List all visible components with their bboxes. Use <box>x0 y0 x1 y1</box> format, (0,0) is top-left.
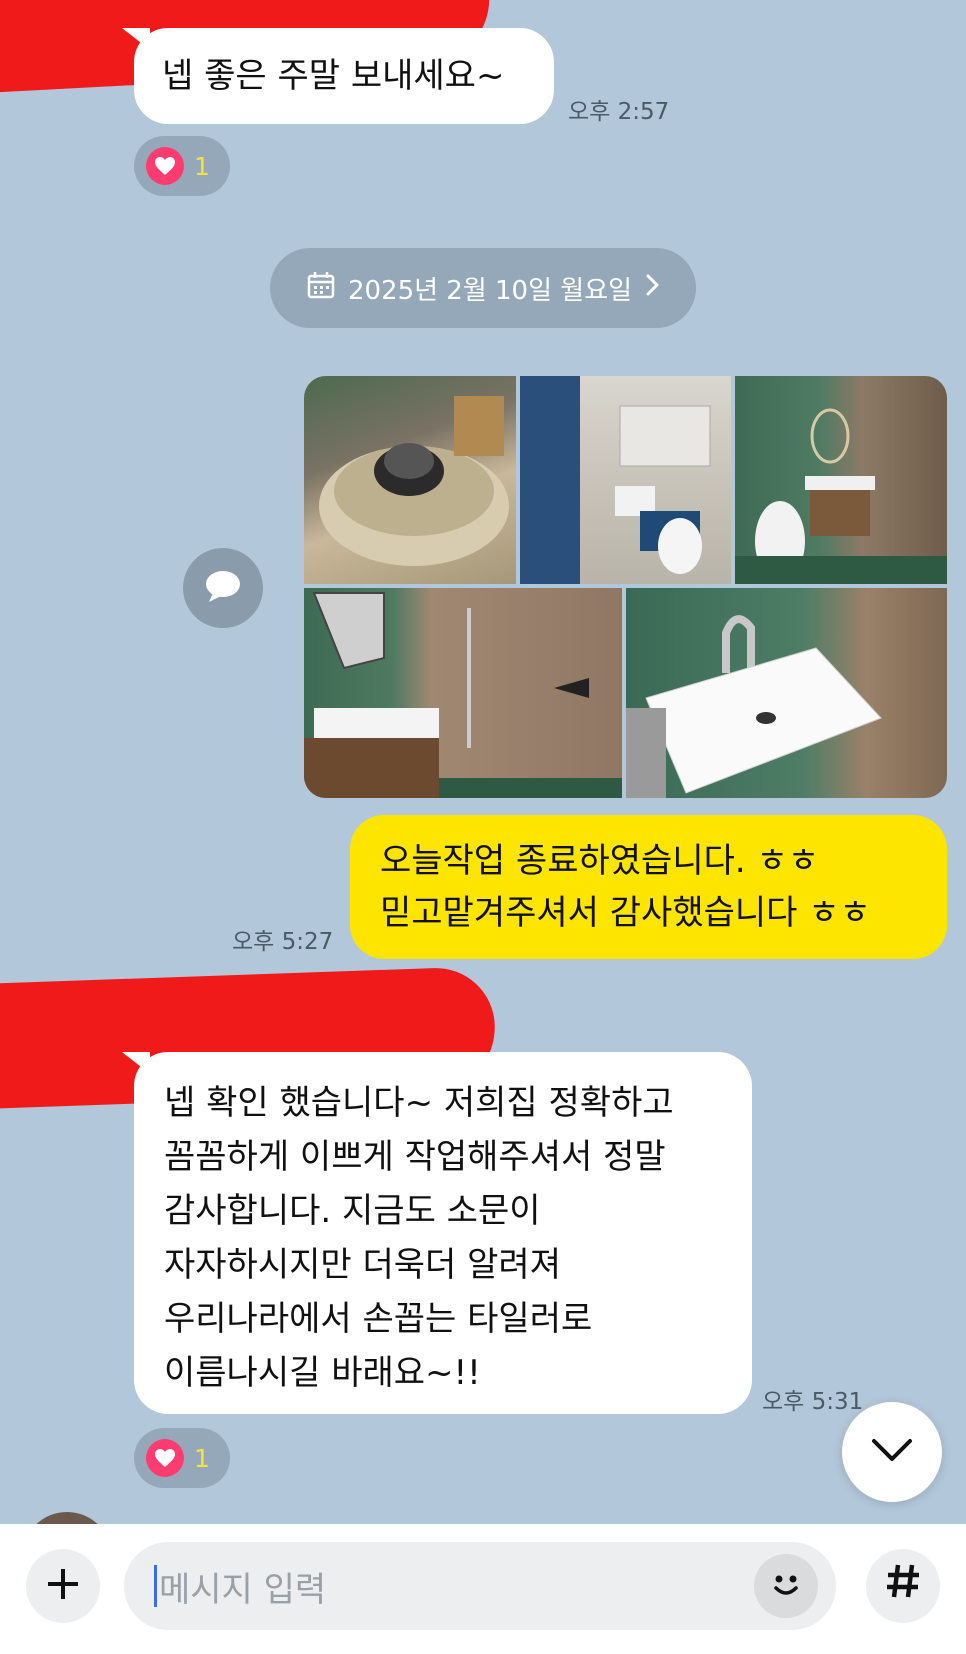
reaction-badge[interactable]: 1 <box>134 1428 230 1488</box>
photo-toilet-vanity[interactable] <box>735 376 947 584</box>
message-bubble[interactable]: 넵 확인 했습니다~ 저희집 정확하고 꼼꼼하게 이쁘게 작업해주셔서 정말 감… <box>134 1052 752 1414</box>
hash-button[interactable] <box>866 1549 940 1623</box>
message-line: 자자하시지만 더욱더 알려져 <box>164 1245 561 1285</box>
reaction-count: 1 <box>194 1443 210 1473</box>
photo-toilet-tank[interactable] <box>304 376 516 584</box>
emoji-button[interactable] <box>754 1554 818 1618</box>
message-line: 우리나라에서 손꼽는 타일러로 <box>164 1299 593 1339</box>
text-caret <box>154 1565 157 1607</box>
message-line: 꼼꼼하게 이쁘게 작업해주셔서 정말 <box>164 1137 666 1177</box>
date-label: 2025년 2월 10일 월요일 <box>347 275 633 306</box>
heart-icon <box>146 1439 184 1477</box>
attach-button[interactable] <box>26 1549 100 1623</box>
photo-bathroom-overview[interactable] <box>520 376 731 584</box>
scroll-to-bottom-button[interactable] <box>842 1402 942 1502</box>
message-line: 감사합니다. 지금도 소문이 <box>164 1191 541 1231</box>
photo-vanity-shower[interactable] <box>304 588 622 798</box>
date-divider[interactable]: 2025년 2월 10일 월요일 <box>270 248 696 328</box>
message-input-placeholder: 메시지 입력 <box>159 1569 327 1610</box>
photo-album[interactable] <box>304 376 947 798</box>
photo-sink-closeup[interactable] <box>626 588 947 798</box>
calendar-icon <box>306 270 336 307</box>
chevron-right-icon <box>644 273 660 304</box>
reaction-count: 1 <box>194 151 210 181</box>
message-time: 오후 5:27 <box>232 929 334 955</box>
share-button[interactable] <box>183 548 263 628</box>
message-line: 믿고맡겨주셔서 감사했습니다 ㅎㅎ <box>380 893 871 933</box>
share-bubble-icon <box>203 568 243 608</box>
chevron-down-icon <box>870 1437 914 1467</box>
emoji-icon <box>764 1562 808 1610</box>
message-input[interactable]: 메시지 입력 <box>124 1542 836 1630</box>
my-message-bubble[interactable]: 오늘작업 종료하였습니다. ㅎㅎ 믿고맡겨주셔서 감사했습니다 ㅎㅎ <box>350 815 947 959</box>
heart-icon <box>146 147 184 185</box>
message-line: 이름나시길 바래요~!! <box>164 1353 481 1393</box>
message-line: 오늘작업 종료하였습니다. ㅎㅎ <box>380 841 820 881</box>
plus-icon <box>45 1566 81 1606</box>
message-time: 오후 5:31 <box>762 1389 864 1415</box>
message-time: 오후 2:57 <box>568 99 670 125</box>
message-line: 넵 확인 했습니다~ 저희집 정확하고 <box>164 1083 674 1123</box>
reaction-badge[interactable]: 1 <box>134 136 230 196</box>
message-bubble[interactable]: 넵 좋은 주말 보내세요~ <box>134 28 554 124</box>
hash-icon <box>883 1561 923 1611</box>
message-text: 넵 좋은 주말 보내세요~ <box>162 55 505 96</box>
